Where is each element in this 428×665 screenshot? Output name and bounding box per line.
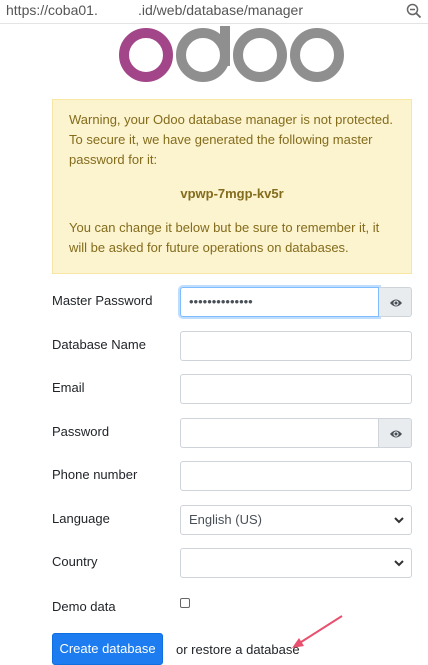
warning-note: You can change it below but be sure to r… [69,220,380,255]
annotation-arrow-icon [292,615,343,648]
odoo-logo [119,26,344,82]
security-warning-alert: Warning, your Odoo database manager is n… [52,99,412,274]
generated-master-password: vpwp-7mgp-kv5r [180,186,284,201]
demo-data-label: Demo data [52,599,116,614]
email-input[interactable] [180,374,412,404]
show-master-password-button[interactable] [379,287,412,317]
country-select[interactable] [180,548,412,578]
chevron-down-icon [394,517,404,524]
browser-address-bar[interactable]: https://coba01. .id/web/database/manager [0,0,428,24]
password-label: Password [52,424,110,439]
master-password-input[interactable]: •••••••••••••• [180,287,379,317]
or-text: or [176,642,192,657]
password-row: Password [52,418,412,448]
demo-data-checkbox[interactable] [180,598,190,608]
language-select[interactable]: English (US) [180,505,412,535]
create-database-button[interactable]: Create database [52,633,163,665]
zoom-out-icon[interactable] [405,2,423,20]
country-row: Country [52,548,412,578]
email-label: Email [52,380,85,395]
url-text-prefix: https://coba01. [6,2,98,18]
database-name-label: Database Name [52,337,146,352]
master-password-row: Master Password •••••••••••••• [52,287,412,317]
password-input[interactable] [180,418,379,448]
phone-label: Phone number [52,467,138,482]
database-name-row: Database Name [52,331,412,361]
eye-icon [390,430,402,438]
database-name-input[interactable] [180,331,412,361]
chevron-down-icon [394,560,404,567]
eye-icon [390,299,402,307]
phone-row: Phone number [52,461,412,491]
restore-database-link[interactable]: restore a database [191,642,299,657]
restore-option: or restore a database [176,642,300,657]
email-row: Email [52,374,412,404]
url-text-suffix: .id/web/database/manager [138,2,303,18]
phone-input[interactable] [180,461,412,491]
warning-text: Warning, your Odoo database manager is n… [69,112,393,167]
language-label: Language [52,511,110,526]
country-label: Country [52,554,98,569]
language-row: Language English (US) [52,505,412,535]
show-password-button[interactable] [379,418,412,448]
master-password-label: Master Password [52,293,153,308]
language-value: English (US) [189,512,262,527]
demo-data-row: Demo data [52,592,412,622]
